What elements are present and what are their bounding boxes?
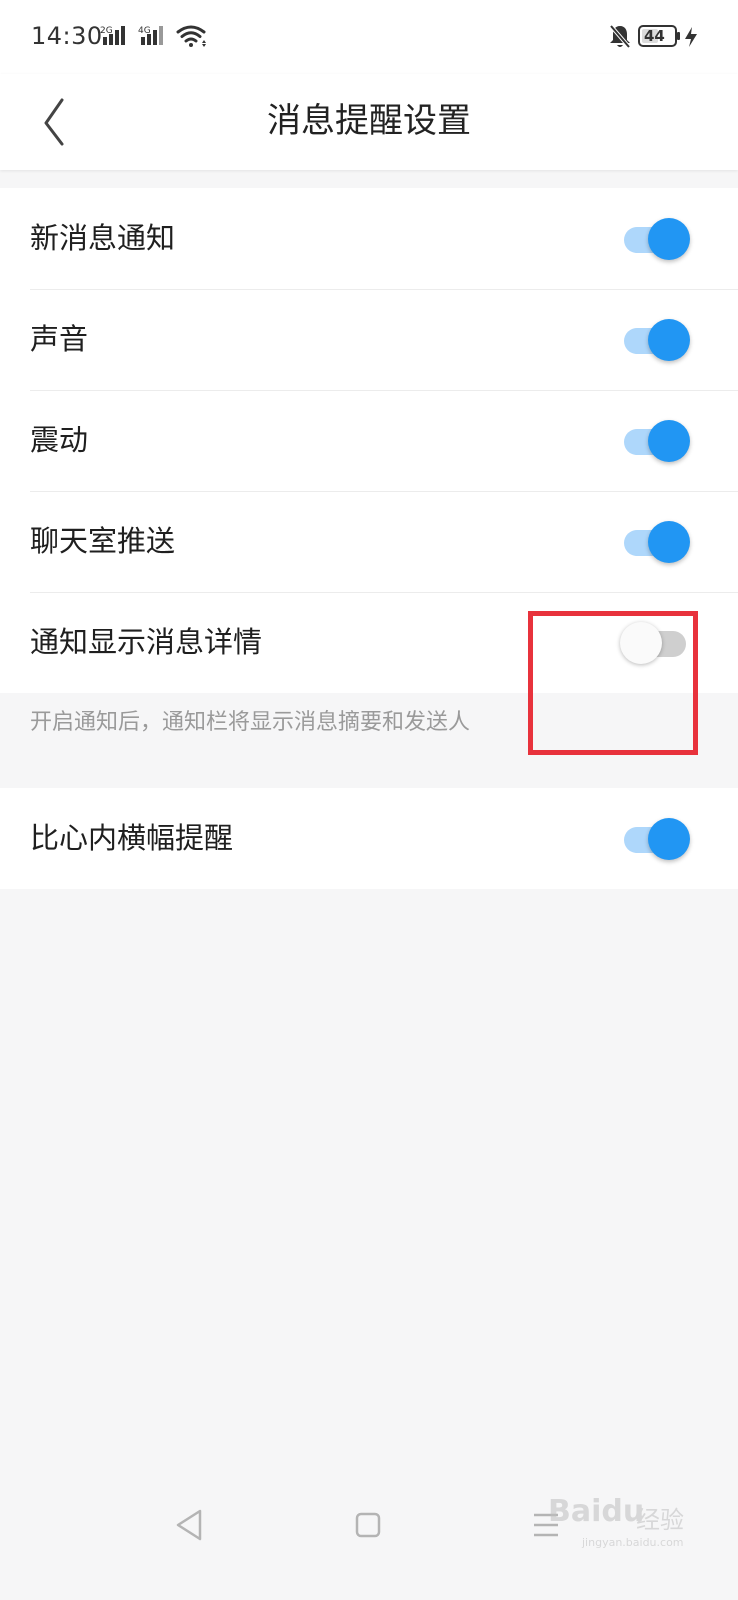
new-message-toggle[interactable] [624,218,690,260]
nav-home-icon [355,1512,381,1538]
setting-label: 新消息通知 [30,221,176,255]
banner-toggle[interactable] [624,818,690,860]
signal-2g-icon: 2G [100,24,130,48]
toggle-thumb [648,218,690,260]
signal-4g-icon: 4G [138,24,168,48]
nav-home-button[interactable] [355,1512,381,1538]
notification-hint: 开启通知后，通知栏将显示消息摘要和发送人 [30,710,471,735]
setting-row-banner: 比心内横幅提醒 [0,788,738,889]
bell-muted-icon [608,24,632,50]
wifi-icon [176,24,208,48]
setting-label: 聊天室推送 [30,524,176,558]
status-bar: 14:30 2G 4G 44 [0,0,738,74]
setting-label: 通知显示消息详情 [30,625,263,659]
watermark-cn: 经验 [636,1506,684,1534]
watermark-main: Baidu [548,1494,645,1529]
toggle-thumb [648,521,690,563]
page-title: 消息提醒设置 [267,101,471,141]
toggle-thumb [648,420,690,462]
vibration-toggle[interactable] [624,420,690,462]
setting-row-vibration: 震动 [0,390,738,491]
battery-level: 44 [644,27,665,45]
setting-row-sound: 声音 [0,289,738,390]
nav-back-icon [176,1509,202,1541]
setting-label: 比心内横幅提醒 [30,821,234,855]
baidu-watermark: Baidu 经验 jingyan.baidu.com [526,1490,706,1554]
header: 消息提醒设置 [0,74,738,170]
setting-row-new-message: 新消息通知 [0,188,738,289]
charging-icon [684,26,698,48]
setting-label: 声音 [30,322,89,356]
chatroom-push-toggle[interactable] [624,521,690,563]
setting-row-show-details: 通知显示消息详情 [0,592,738,693]
banner-setting-group: 比心内横幅提醒 [0,788,738,889]
battery-icon: 44 [638,24,682,48]
setting-row-chatroom-push: 聊天室推送 [0,491,738,592]
show-details-toggle[interactable] [620,622,686,664]
sound-toggle[interactable] [624,319,690,361]
nav-back-button[interactable] [174,1508,204,1542]
toggle-thumb [620,622,662,664]
toggle-thumb [648,319,690,361]
setting-label: 震动 [30,423,89,457]
status-time: 14:30 [31,22,103,50]
toggle-thumb [648,818,690,860]
settings-group: 新消息通知 声音 震动 聊天室推送 通知显示消息详情 [0,188,738,693]
watermark-sub: jingyan.baidu.com [582,1536,684,1549]
